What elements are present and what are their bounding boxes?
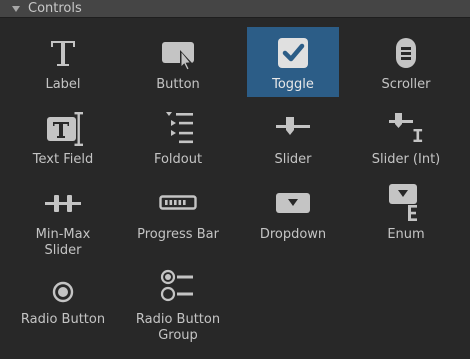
controls-foldout-header[interactable]: Controls <box>0 0 470 18</box>
control-scroller-text: Scroller <box>381 77 431 92</box>
toggle-icon <box>247 27 339 73</box>
control-foldout-text: Foldout <box>153 152 203 167</box>
progress-bar-icon <box>132 177 224 223</box>
control-dropdown-text: Dropdown <box>259 227 327 242</box>
enum-icon <box>360 177 452 223</box>
foldout-icon <box>132 102 224 148</box>
slider-int-icon <box>360 102 452 148</box>
control-radio-button-group-text: Radio Button Group <box>135 312 221 343</box>
slider-icon <box>247 102 339 148</box>
control-scroller[interactable]: Scroller <box>360 27 452 97</box>
control-progress-bar[interactable]: Progress Bar <box>132 177 224 247</box>
control-slider-text: Slider <box>274 152 312 167</box>
text-field-icon <box>17 102 109 148</box>
control-button[interactable]: Button <box>132 27 224 97</box>
controls-panel: Controls Label Button Toggle Scroller Te… <box>0 0 470 359</box>
control-radio-button-text: Radio Button <box>20 312 106 327</box>
control-slider-int[interactable]: Slider (Int) <box>360 102 452 172</box>
button-icon <box>132 27 224 73</box>
control-toggle[interactable]: Toggle <box>247 27 339 97</box>
control-min-max-slider-text: Min-Max Slider <box>35 227 91 258</box>
section-title: Controls <box>28 1 82 16</box>
control-label-text: Label <box>45 77 81 92</box>
control-progress-bar-text: Progress Bar <box>137 227 219 242</box>
radio-button-group-icon <box>132 269 224 316</box>
caret-down-icon[interactable] <box>12 5 20 12</box>
control-foldout[interactable]: Foldout <box>132 102 224 172</box>
control-dropdown[interactable]: Dropdown <box>247 177 339 247</box>
radio-button-icon <box>17 270 109 316</box>
control-text-field[interactable]: Text Field <box>17 102 109 172</box>
control-enum-text: Enum <box>387 227 425 242</box>
control-radio-button-group[interactable]: Radio Button Group <box>132 269 224 343</box>
control-label[interactable]: Label <box>17 27 109 97</box>
dropdown-icon <box>247 177 339 223</box>
control-toggle-text: Toggle <box>272 77 314 92</box>
label-icon <box>17 27 109 73</box>
control-slider-int-text: Slider (Int) <box>371 152 441 167</box>
min-max-slider-icon <box>17 177 109 223</box>
control-min-max-slider[interactable]: Min-Max Slider <box>17 177 109 258</box>
control-enum[interactable]: Enum <box>360 177 452 247</box>
control-button-text: Button <box>156 77 200 92</box>
control-text-field-text: Text Field <box>32 152 94 167</box>
control-slider[interactable]: Slider <box>247 102 339 172</box>
scroller-icon <box>360 27 452 73</box>
control-radio-button[interactable]: Radio Button <box>17 270 109 340</box>
